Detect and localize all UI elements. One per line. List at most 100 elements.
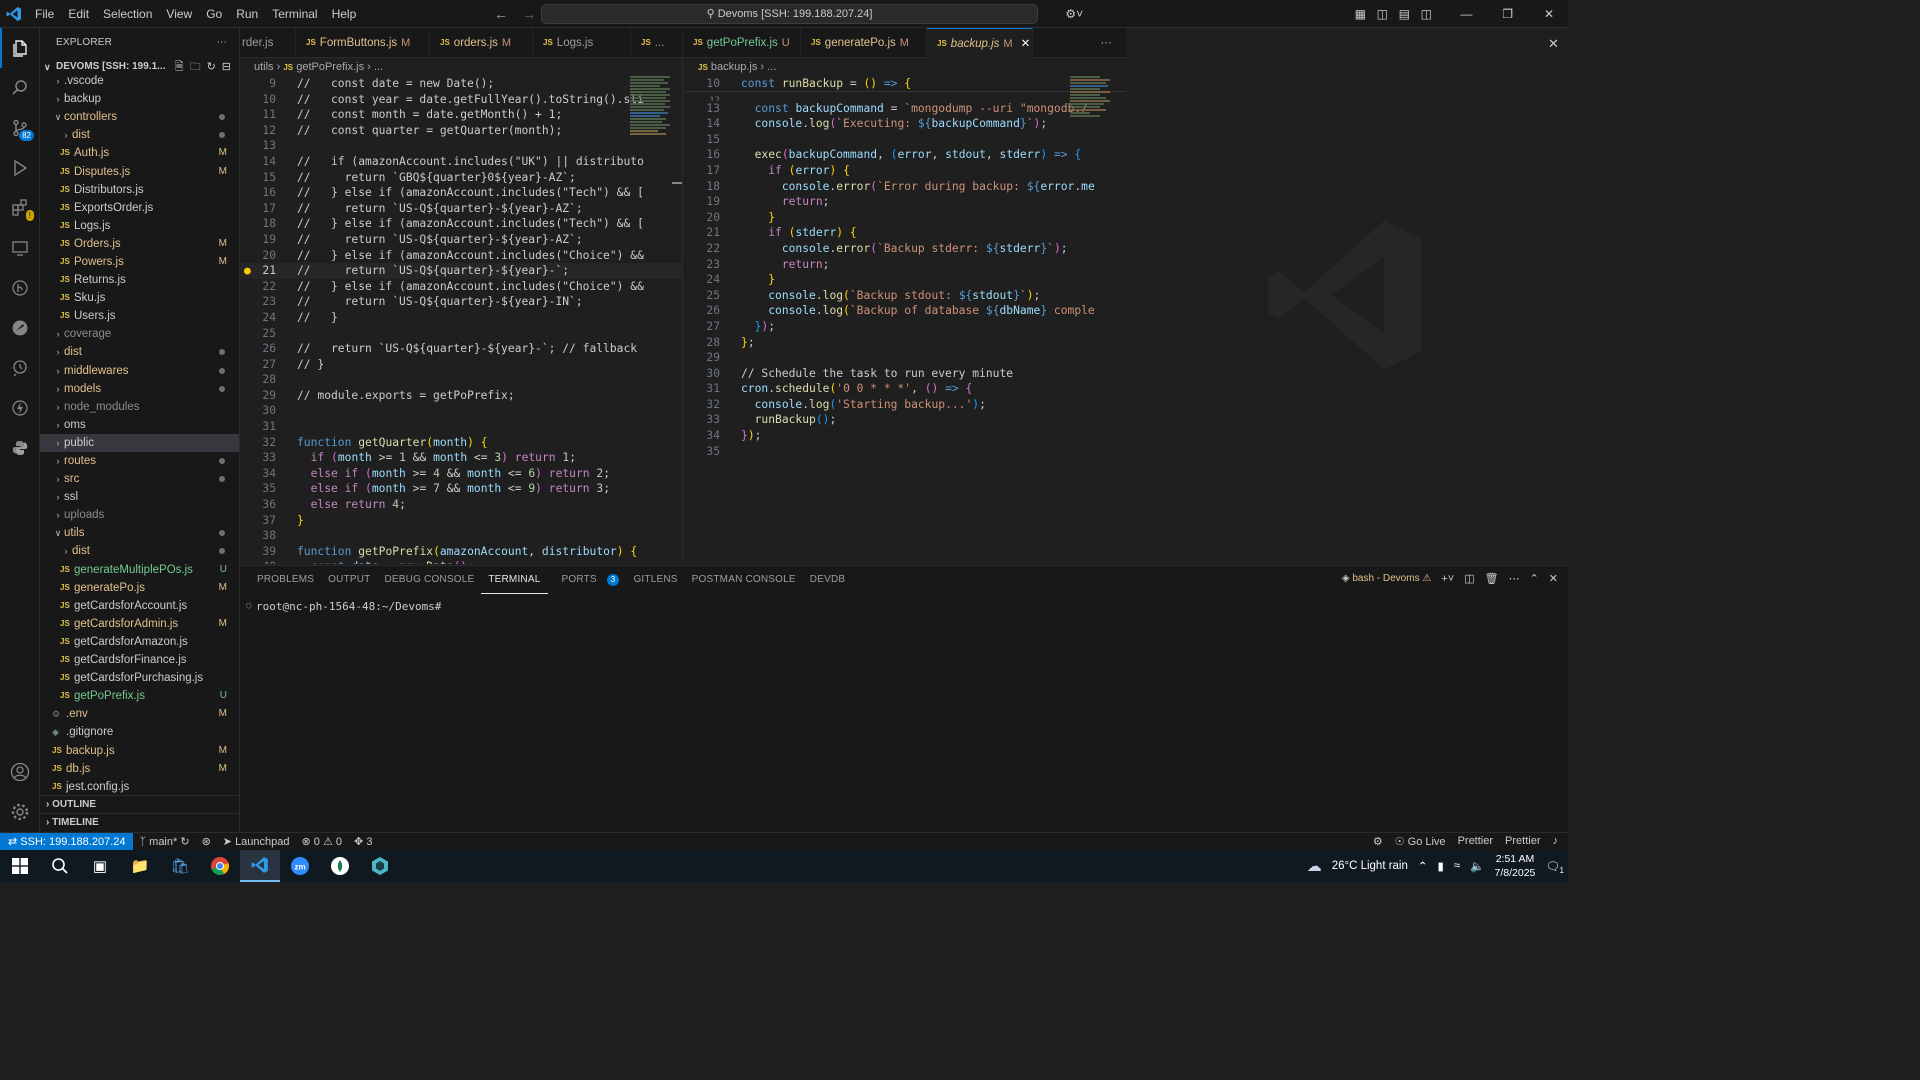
outline-section[interactable]: › OUTLINE — [40, 795, 239, 813]
weather-label[interactable]: 26°C Light rain — [1332, 860, 1408, 872]
toggle-secondary-sidebar-icon[interactable]: ◫ — [1415, 7, 1437, 21]
explorer-icon[interactable] — [0, 28, 40, 68]
tree-folder[interactable]: › .vscode — [40, 72, 239, 90]
maximize-panel-icon[interactable]: ⌃ — [1530, 572, 1539, 585]
taskbar-search-icon[interactable] — [40, 850, 80, 882]
app-hex-icon[interactable] — [360, 850, 400, 882]
tree-file[interactable]: JS getCardsforAmazon.js — [40, 633, 239, 651]
panel-tab-gitlens[interactable]: GITLENS — [626, 566, 684, 594]
manage-gear-icon[interactable] — [0, 792, 40, 832]
menu-edit[interactable]: Edit — [61, 0, 96, 28]
problems-indicator[interactable]: ⊗ 0 ⚠ 0 — [296, 835, 349, 848]
tree-file[interactable]: JS Users.js — [40, 307, 239, 325]
timeline-section[interactable]: › TIMELINE — [40, 813, 239, 831]
wifi-icon[interactable]: ≈ — [1454, 860, 1460, 872]
tree-file[interactable]: JS Logs.js — [40, 217, 239, 235]
tree-folder[interactable]: › public — [40, 433, 239, 452]
forward-arrow-icon[interactable]: → — [522, 0, 536, 28]
new-terminal-icon[interactable]: +˅ — [1441, 573, 1454, 585]
menu-go[interactable]: Go — [199, 0, 229, 28]
menu-selection[interactable]: Selection — [96, 0, 159, 28]
tree-file[interactable]: JS Returns.js — [40, 271, 239, 289]
tree-folder[interactable]: › ssl — [40, 488, 239, 506]
postman-icon[interactable] — [0, 308, 40, 348]
toggle-sidebar-icon[interactable]: ◫ — [1371, 7, 1393, 21]
python-icon[interactable] — [0, 428, 40, 468]
minimap[interactable] — [630, 76, 674, 176]
breadcrumb-symbol[interactable]: ... — [374, 61, 383, 73]
accounts-icon[interactable] — [0, 752, 40, 792]
lightbulb-icon[interactable]: ● — [244, 263, 251, 279]
code-lines[interactable]: 10 const runBackup = () => { 12 13 const … — [684, 76, 1126, 459]
terminal-output[interactable]: ○ root@nc-ph-1564-48:~/Devoms# — [246, 600, 441, 613]
tree-folder[interactable]: › src — [40, 470, 239, 488]
minimap[interactable] — [1070, 76, 1114, 176]
store-icon[interactable]: 🛍 — [160, 850, 200, 882]
task-view-icon[interactable]: ▣ — [80, 850, 120, 882]
tree-file[interactable]: JS getCardsforPurchasing.js — [40, 669, 239, 687]
tab-backup[interactable]: JS backup.js M ✕ — [927, 28, 1033, 58]
notifications-bell-icon[interactable]: ♪ — [1547, 835, 1569, 848]
timeline-explorer-icon[interactable] — [0, 348, 40, 388]
tree-file[interactable]: JS generateMultiplePOs.js U — [40, 561, 239, 579]
tree-file[interactable]: JS getPoPrefix.js U — [40, 687, 239, 705]
vscode-taskbar-icon[interactable] — [240, 850, 280, 882]
tree-file[interactable]: JS getCardsforAccount.js — [40, 597, 239, 615]
tree-file[interactable]: JS Distributors.js — [40, 181, 239, 199]
search-icon[interactable] — [0, 68, 40, 108]
panel-tab-ports[interactable]: PORTS 3 — [548, 566, 627, 594]
panel-tab-devdb[interactable]: DEVDB — [803, 566, 852, 594]
back-arrow-icon[interactable]: ← — [494, 0, 508, 28]
more-actions-icon[interactable]: ⋯ — [217, 28, 227, 58]
tree-folder[interactable]: › routes — [40, 452, 239, 470]
run-debug-icon[interactable] — [0, 148, 40, 188]
prettier-status-1[interactable]: Prettier — [1452, 835, 1499, 848]
start-windows-icon[interactable] — [0, 850, 40, 882]
breadcrumb[interactable]: JS backup.js › ... — [684, 58, 1126, 76]
terminal-selector[interactable]: ◈ bash - Devoms ⚠ — [1342, 573, 1431, 584]
breadcrumb-file[interactable]: backup.js — [711, 61, 757, 73]
tree-file[interactable]: JS ExportsOrder.js — [40, 199, 239, 217]
tab-generatepo[interactable]: JS generatePo.js M — [801, 28, 927, 58]
file-explorer-icon[interactable]: 📁 — [120, 850, 160, 882]
menu-help[interactable]: Help — [325, 0, 364, 28]
close-tab-icon[interactable]: ✕ — [1021, 29, 1031, 59]
menu-file[interactable]: File — [28, 0, 61, 28]
breadcrumb-utils[interactable]: utils — [254, 61, 274, 73]
menu-view[interactable]: View — [159, 0, 199, 28]
tree-folder[interactable]: › middlewares — [40, 362, 239, 380]
tab-orders[interactable]: JS orders.js M — [430, 28, 533, 58]
tree-file[interactable]: JS Orders.js M — [40, 235, 239, 253]
tree-file[interactable]: JS Disputes.js M — [40, 162, 239, 180]
tab-getpoprefix[interactable]: JS getPoPrefix.js U — [683, 28, 801, 58]
toggle-panel-icon[interactable]: ▤ — [1393, 7, 1415, 21]
customize-layout-icon[interactable]: ▦ — [1349, 7, 1371, 21]
tree-folder[interactable]: › models — [40, 380, 239, 398]
tree-file[interactable]: ⚙ .env M — [40, 705, 239, 723]
code-lines[interactable]: 9// const date = new Date(); 10// const … — [240, 76, 682, 564]
gitlens-status-icon[interactable]: ⊛ — [196, 835, 217, 848]
menu-terminal[interactable]: Terminal — [265, 0, 324, 28]
prettier-status-2[interactable]: Prettier — [1499, 835, 1546, 848]
tab-overflow[interactable]: JS ... — [631, 28, 683, 58]
tree-file[interactable]: JS Sku.js — [40, 289, 239, 307]
panel-tab-problems[interactable]: PROBLEMS — [250, 566, 321, 594]
tree-folder[interactable]: › uploads — [40, 506, 239, 524]
gitlens-icon[interactable] — [0, 268, 40, 308]
remote-indicator[interactable]: ⇄ SSH: 199.188.207.24 — [0, 832, 134, 851]
tree-file[interactable]: JS jest.config.js — [40, 778, 239, 796]
tree-file[interactable]: ◆ .gitignore — [40, 723, 239, 741]
chrome-icon[interactable] — [200, 850, 240, 882]
copilot-status-icon[interactable]: ⚙ — [1367, 835, 1389, 848]
extensions-icon[interactable]: ! — [0, 188, 40, 228]
split-terminal-icon[interactable]: ◫ — [1464, 572, 1474, 585]
editor-backup[interactable]: JS backup.js › ... 10 const runBackup = (… — [684, 58, 1126, 564]
notification-center-icon[interactable]: 🗨 1 — [1545, 859, 1564, 875]
tree-folder[interactable]: › oms — [40, 416, 239, 434]
panel-tab-postman[interactable]: POSTMAN CONSOLE — [685, 566, 803, 594]
close-secondary-icon[interactable]: ✕ — [1548, 36, 1559, 52]
clock[interactable]: 2:51 AM 7/8/2025 — [1495, 852, 1536, 880]
tree-file[interactable]: JS Auth.js M — [40, 144, 239, 162]
restore-icon[interactable]: ❐ — [1489, 7, 1527, 21]
kill-terminal-icon[interactable]: 🗑 — [1485, 572, 1499, 585]
